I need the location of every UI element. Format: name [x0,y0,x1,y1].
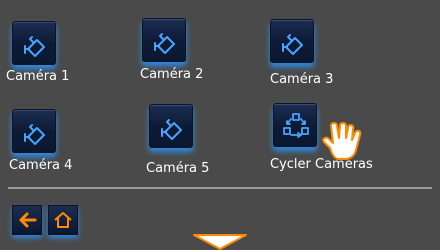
camera-1-label: Caméra 1 [6,69,70,84]
camera-3-button[interactable] [270,19,314,63]
camera-2-button[interactable] [142,18,186,62]
home-button[interactable] [48,205,78,235]
camera-icon [24,124,45,145]
back-button[interactable] [12,205,42,235]
camera-4-button[interactable] [12,109,56,153]
home-icon [54,212,72,228]
divider [8,187,432,189]
camera-1-button[interactable] [12,21,56,65]
camera-icon [282,34,303,55]
camera-icon [161,119,182,140]
camera-5-button[interactable] [149,104,193,148]
camera-icon [154,33,175,54]
camera-4-label: Caméra 4 [9,158,73,173]
cycle-cameras-button[interactable] [273,103,317,147]
back-arrow-icon [19,212,37,228]
cycle-cameras-icon [283,113,309,138]
camera-3-label: Caméra 3 [270,72,334,87]
camera-selection-screen: Caméra 1 Caméra 2 Caméra 3 Caméra 4 Camé… [0,0,440,250]
camera-icon [24,36,45,57]
hand-pointer-icon [322,122,362,160]
scroll-down-icon[interactable] [190,234,250,250]
camera-5-label: Caméra 5 [146,161,210,176]
camera-2-label: Caméra 2 [140,67,204,82]
